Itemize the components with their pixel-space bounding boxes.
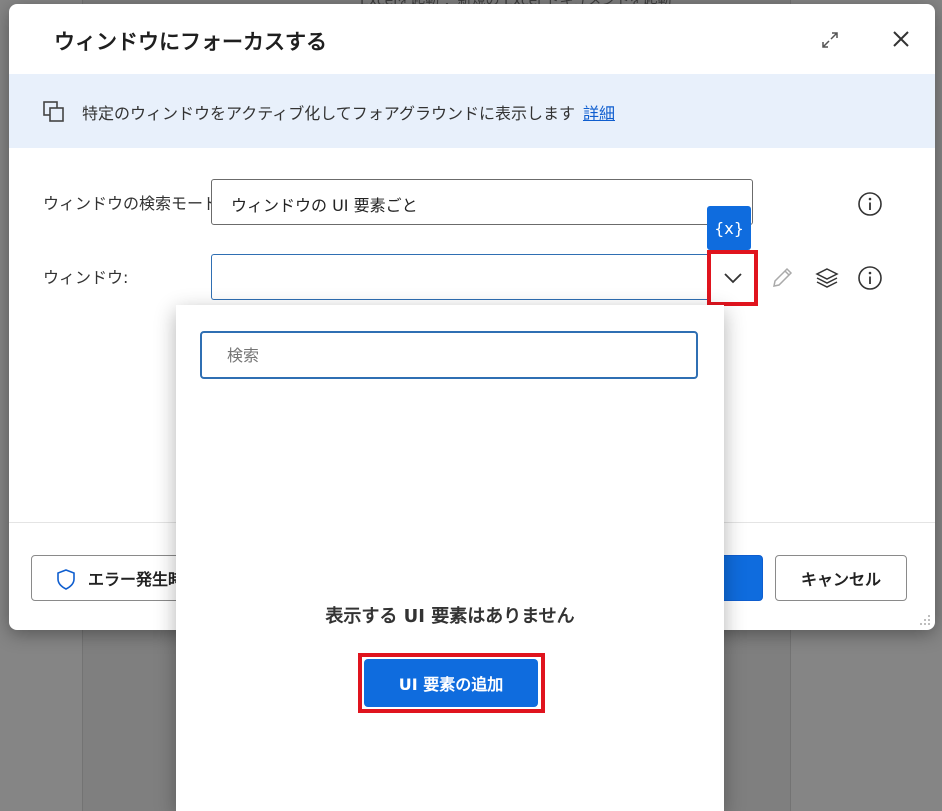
chevron-down-icon[interactable] bbox=[723, 268, 743, 288]
details-link[interactable]: 詳細 bbox=[583, 104, 615, 123]
banner-description: 特定のウィンドウをアクティブ化してフォアグラウンドに表示します bbox=[82, 104, 575, 123]
search-input[interactable] bbox=[200, 331, 698, 379]
dialog-title: ウィンドウにフォーカスする bbox=[54, 30, 327, 54]
pencil-icon[interactable] bbox=[769, 265, 795, 291]
search-mode-dropdown[interactable]: ウィンドウの UI 要素ごと bbox=[211, 179, 753, 225]
add-button-highlight bbox=[358, 653, 545, 713]
info-icon[interactable] bbox=[857, 191, 883, 217]
ui-element-dropdown-popup: 表示する UI 要素はありません UI 要素の追加 bbox=[176, 305, 724, 811]
cancel-button[interactable]: キャンセル bbox=[775, 555, 907, 601]
close-icon[interactable] bbox=[887, 25, 915, 53]
resize-grip[interactable] bbox=[919, 614, 931, 626]
expand-icon[interactable] bbox=[819, 29, 841, 51]
search-mode-value: ウィンドウの UI 要素ごと bbox=[231, 196, 418, 215]
window-label: ウィンドウ: bbox=[43, 268, 129, 287]
shield-icon bbox=[57, 569, 75, 590]
banner-text: 特定のウィンドウをアクティブ化してフォアグラウンドに表示します 詳細 bbox=[82, 100, 615, 124]
empty-message: 表示する UI 要素はありません bbox=[325, 606, 575, 627]
search-mode-label: ウィンドウの検索モード: bbox=[43, 194, 225, 213]
on-error-label: エラー発生時 bbox=[88, 570, 185, 589]
variable-button[interactable]: {x} bbox=[707, 206, 751, 250]
layers-icon[interactable] bbox=[814, 265, 840, 291]
window-field[interactable] bbox=[211, 254, 709, 300]
info-icon[interactable] bbox=[857, 265, 883, 291]
info-banner: 特定のウィンドウをアクティブ化してフォアグラウンドに表示します 詳細 bbox=[9, 74, 935, 148]
window-icon bbox=[43, 101, 64, 122]
